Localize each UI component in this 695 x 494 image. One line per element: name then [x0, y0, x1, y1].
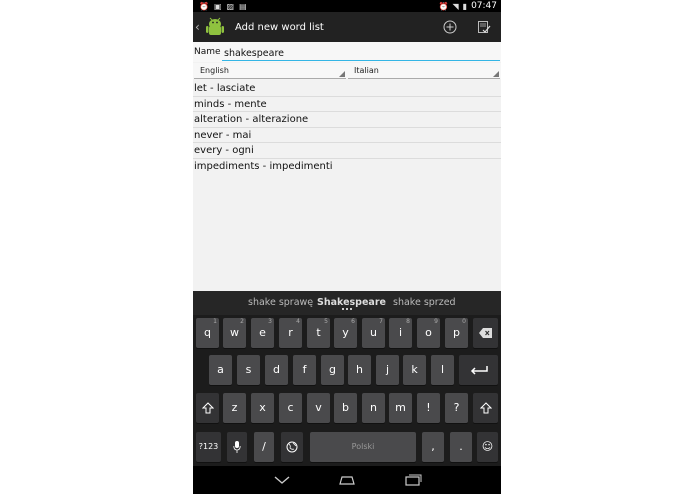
key-d[interactable]: d	[265, 355, 288, 385]
slash-key[interactable]: /	[254, 432, 274, 462]
suggestion-3[interactable]: shake sprzed	[393, 297, 456, 308]
target-language-value: Italian	[354, 66, 379, 75]
key-r[interactable]: r4	[279, 318, 302, 348]
more-suggestions-icon[interactable]	[342, 308, 352, 311]
shift-key-left[interactable]	[196, 393, 219, 423]
key-l[interactable]: l	[431, 355, 454, 385]
symbols-key[interactable]: ?123	[196, 432, 221, 462]
enter-icon	[470, 366, 488, 375]
spinner-arrow-icon	[493, 71, 499, 77]
device-screen: ⏰ ▣ ▨ ▤ ⏰ ◥ ▮ 07:47 ‹ Add new word list	[193, 0, 501, 494]
key-o[interactable]: o9	[417, 318, 440, 348]
list-item[interactable]: alteration - alterazione	[193, 112, 501, 128]
list-item[interactable]: minds - mente	[193, 97, 501, 113]
backspace-key[interactable]	[473, 318, 498, 348]
language-switch-key[interactable]	[281, 432, 303, 462]
suggestion-2[interactable]: Shakespeare	[317, 297, 386, 308]
shift-icon	[201, 402, 214, 414]
home-icon[interactable]	[338, 474, 356, 486]
list-item[interactable]: let - lasciate	[193, 81, 501, 97]
key-question[interactable]: ?	[445, 393, 468, 423]
name-row: Name	[193, 42, 501, 62]
save-list-icon[interactable]	[477, 20, 491, 34]
key-f[interactable]: f	[293, 355, 316, 385]
navigation-bar	[193, 466, 501, 494]
suggestion-1[interactable]: shake sprawę	[248, 297, 313, 308]
shift-key-right[interactable]	[473, 393, 498, 423]
voice-input-key[interactable]	[227, 432, 247, 462]
alarm-clock-icon: ⏰	[438, 1, 449, 11]
key-c[interactable]: c	[279, 393, 302, 423]
word-list: let - lasciate minds - mente alteration …	[193, 81, 501, 175]
suggestion-strip: shake sprawę Shakespeare shake sprzed	[193, 291, 501, 315]
key-j[interactable]: j	[376, 355, 399, 385]
android-app-icon[interactable]	[205, 16, 225, 38]
key-w[interactable]: w2	[223, 318, 246, 348]
image-icon: ▨	[226, 2, 235, 11]
soft-keyboard: shake sprawę Shakespeare shake sprzed q1…	[193, 291, 501, 466]
space-bar[interactable]: Polski	[310, 432, 416, 462]
key-p[interactable]: p0	[445, 318, 468, 348]
key-e[interactable]: e3	[251, 318, 274, 348]
battery-icon: ▮	[462, 1, 468, 11]
period-key[interactable]: .	[450, 432, 472, 462]
list-item[interactable]: never - mai	[193, 128, 501, 144]
key-z[interactable]: z	[223, 393, 246, 423]
recents-icon[interactable]	[404, 474, 422, 486]
download-icon: ▣	[213, 2, 222, 11]
key-exclamation[interactable]: !	[417, 393, 440, 423]
status-time: 07:47	[471, 1, 497, 11]
status-notifications: ⏰ ▣ ▨ ▤	[199, 1, 247, 12]
spinner-arrow-icon	[339, 71, 345, 77]
name-label: Name	[194, 47, 221, 57]
enter-key[interactable]	[459, 355, 498, 385]
list-item[interactable]: impediments - impedimenti	[193, 159, 501, 175]
wifi-icon: ◥	[452, 1, 459, 11]
key-t[interactable]: t5	[307, 318, 330, 348]
source-language-spinner[interactable]: English	[194, 63, 346, 79]
up-navigation-icon[interactable]: ‹	[195, 20, 203, 34]
key-b[interactable]: b	[334, 393, 357, 423]
key-k[interactable]: k	[403, 355, 426, 385]
backspace-icon	[478, 328, 492, 338]
language-row: English Italian	[193, 63, 501, 79]
key-a[interactable]: a	[209, 355, 232, 385]
key-y[interactable]: y6	[334, 318, 357, 348]
key-q[interactable]: q1	[196, 318, 219, 348]
alarm-icon: ⏰	[199, 2, 209, 11]
target-language-spinner[interactable]: Italian	[348, 63, 500, 79]
hide-keyboard-icon[interactable]	[273, 474, 291, 486]
comma-key[interactable]: ,	[422, 432, 444, 462]
key-g[interactable]: g	[321, 355, 344, 385]
microphone-icon	[233, 441, 241, 453]
action-bar: ‹ Add new word list	[193, 12, 501, 42]
key-v[interactable]: v	[307, 393, 330, 423]
shift-icon	[479, 402, 492, 414]
globe-icon	[286, 441, 298, 453]
key-s[interactable]: s	[237, 355, 260, 385]
notification-icon: ▤	[239, 2, 247, 11]
emoji-key[interactable]: ☺	[477, 432, 498, 462]
add-icon[interactable]	[443, 20, 457, 34]
source-language-value: English	[200, 66, 229, 75]
status-system: ⏰ ◥ ▮ 07:47	[439, 0, 497, 12]
list-item[interactable]: every - ogni	[193, 143, 501, 159]
key-m[interactable]: m	[389, 393, 412, 423]
status-bar: ⏰ ▣ ▨ ▤ ⏰ ◥ ▮ 07:47	[193, 0, 501, 12]
key-n[interactable]: n	[362, 393, 385, 423]
screen-title: Add new word list	[235, 21, 324, 33]
key-h[interactable]: h	[348, 355, 371, 385]
key-x[interactable]: x	[251, 393, 274, 423]
list-name-input[interactable]	[222, 46, 500, 61]
key-u[interactable]: u7	[362, 318, 385, 348]
key-i[interactable]: i8	[389, 318, 412, 348]
